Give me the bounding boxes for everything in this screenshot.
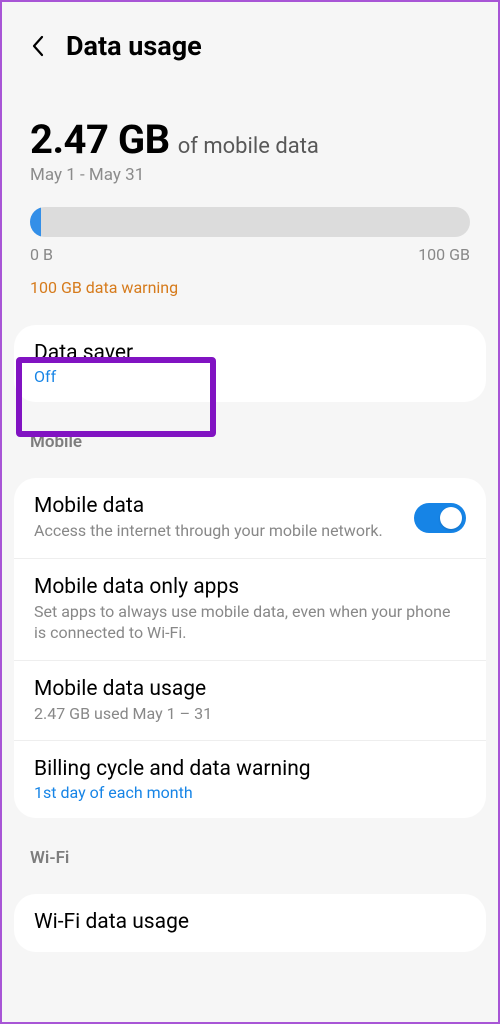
wifi-usage-row[interactable]: Wi-Fi data usage <box>14 894 486 952</box>
mobile-card: Mobile data Access the internet through … <box>14 478 486 818</box>
mobile-data-desc: Access the internet through your mobile … <box>34 520 396 542</box>
header: Data usage <box>2 2 498 86</box>
usage-period: May 1 - May 31 <box>30 165 470 185</box>
section-wifi-label: Wi-Fi <box>2 818 498 874</box>
wifi-card: Wi-Fi data usage <box>14 894 486 952</box>
progress-fill <box>30 207 41 237</box>
usage-progress: 0 B 100 GB <box>30 207 470 264</box>
progress-max: 100 GB <box>418 245 470 264</box>
progress-bar <box>30 207 470 237</box>
progress-min: 0 B <box>30 245 53 264</box>
billing-row[interactable]: Billing cycle and data warning 1st day o… <box>14 740 486 818</box>
page-title: Data usage <box>66 30 202 62</box>
data-warning-label: 100 GB data warning <box>30 278 470 297</box>
mobile-usage-row[interactable]: Mobile data usage 2.47 GB used May 1 – 3… <box>14 660 486 741</box>
section-mobile-label: Mobile <box>2 402 498 458</box>
mobile-usage-title: Mobile data usage <box>34 677 466 701</box>
progress-labels: 0 B 100 GB <box>30 245 470 264</box>
mobile-data-row[interactable]: Mobile data Access the internet through … <box>14 478 486 558</box>
usage-amount: 2.47 GB <box>30 116 170 163</box>
back-icon[interactable] <box>26 34 50 58</box>
data-saver-row[interactable]: Data saver Off <box>14 325 486 402</box>
mobile-only-title: Mobile data only apps <box>34 575 466 599</box>
data-saver-card: Data saver Off <box>14 325 486 402</box>
mobile-only-row[interactable]: Mobile data only apps Set apps to always… <box>14 558 486 660</box>
mobile-data-title: Mobile data <box>34 494 396 518</box>
mobile-usage-desc: 2.47 GB used May 1 – 31 <box>34 703 466 725</box>
mobile-only-desc: Set apps to always use mobile data, even… <box>34 601 466 644</box>
toggle-knob <box>440 507 462 529</box>
usage-summary: 2.47 GB of mobile data May 1 - May 31 0 … <box>2 86 498 305</box>
data-saver-title: Data saver <box>34 341 466 365</box>
usage-amount-label: of mobile data <box>178 134 319 159</box>
billing-title: Billing cycle and data warning <box>34 757 466 781</box>
mobile-data-toggle[interactable] <box>414 503 466 533</box>
wifi-usage-title: Wi-Fi data usage <box>34 910 466 934</box>
billing-desc: 1st day of each month <box>34 783 466 802</box>
data-saver-status: Off <box>34 367 466 386</box>
